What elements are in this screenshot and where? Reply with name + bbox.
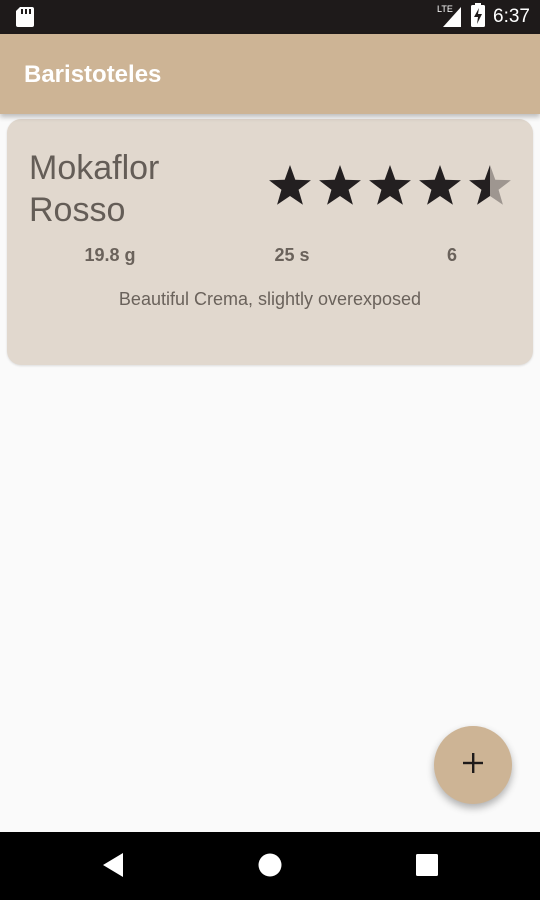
rating-stars [269,165,511,205]
rating-star [419,165,461,205]
navigation-bar [0,832,540,900]
grind-value: 6 [446,245,457,265]
home-icon [257,852,283,883]
network-label: LTE [437,4,453,14]
coffee-entry-card[interactable]: Mokaflor Rosso 19.8 g 25 s 6 Beautiful C… [7,119,533,365]
home-button[interactable] [255,852,285,882]
recents-button[interactable] [412,852,442,882]
plus-icon [461,751,485,780]
status-bar: LTE 6:37 [0,0,540,34]
rating-star [269,165,311,205]
app-bar: Baristoteles [0,34,540,114]
rating-star [319,165,361,205]
rating-star [369,165,411,205]
back-button[interactable] [98,852,128,882]
extraction-time-value: 25 s [274,245,310,265]
recents-icon [416,853,438,881]
back-icon [102,852,124,883]
coffee-name: Mokaflor Rosso [29,149,160,229]
battery-charging-icon [471,2,486,32]
dose-value: 19.8 g [84,245,136,265]
sd-card-icon [16,7,34,32]
tasting-note: Beautiful Crema, slightly overexposed [118,289,422,309]
rating-star [469,165,511,205]
signal-icon: LTE [437,3,463,32]
app-title: Baristoteles [24,61,162,88]
add-entry-button[interactable] [434,726,512,804]
status-time: 6:37 [493,6,530,27]
